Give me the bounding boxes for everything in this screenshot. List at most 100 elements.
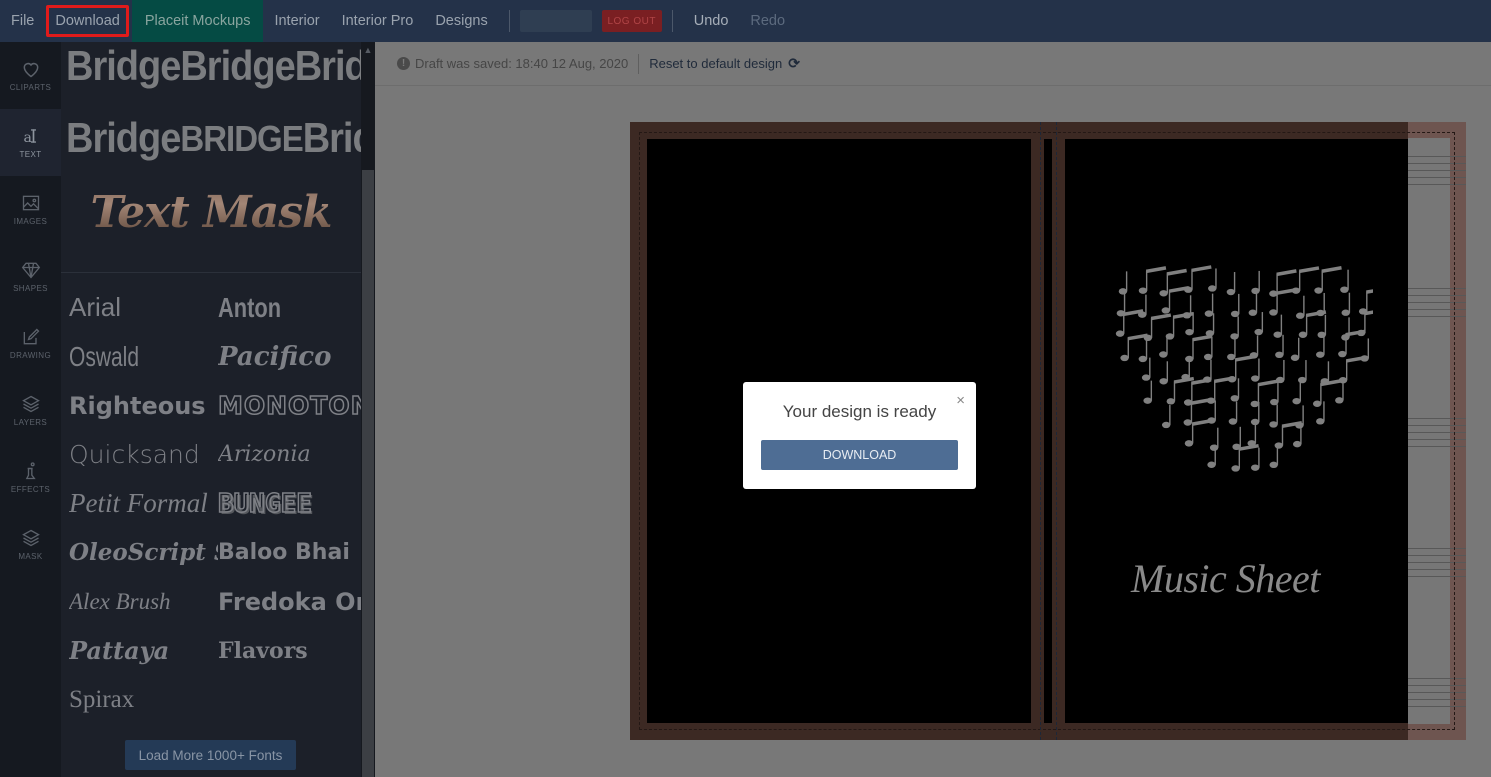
curved-text-preset[interactable]: BRIDGE: [180, 118, 303, 160]
music-note: [1295, 295, 1305, 319]
music-note: [1275, 334, 1284, 359]
top-menu-bar: File Download Placeit Mockups Interior I…: [0, 0, 1491, 42]
account-button[interactable]: [519, 10, 592, 32]
sidebar-item-effects[interactable]: EFFECTS: [0, 444, 61, 511]
music-note: [1292, 381, 1302, 405]
font-item[interactable]: MONOTON: [218, 381, 361, 430]
music-note: [1118, 271, 1128, 295]
music-note: [1232, 426, 1241, 451]
music-note: [1138, 266, 1167, 294]
music-note: [1143, 380, 1153, 404]
bleed-area: [1408, 122, 1466, 740]
menu-placeit-mockups[interactable]: Placeit Mockups: [131, 0, 264, 42]
curved-text-preset[interactable]: Bridge: [180, 43, 295, 90]
music-note: [1138, 338, 1148, 363]
curved-text-preset[interactable]: Bridge: [303, 115, 361, 162]
music-note: [1251, 270, 1260, 295]
refresh-icon[interactable]: ⟳: [788, 55, 800, 72]
scroll-up-icon[interactable]: ▲: [361, 42, 375, 56]
music-note: [1338, 329, 1366, 358]
sidebar-item-label: MASK: [18, 552, 43, 561]
music-note: [1335, 380, 1344, 404]
menu-separator: [671, 10, 673, 32]
spine[interactable]: [1044, 139, 1052, 723]
music-note: [1314, 266, 1342, 294]
font-item[interactable]: Fredoka One: [218, 577, 361, 626]
undo-button[interactable]: Undo: [683, 0, 740, 42]
panel-scrollbar[interactable]: ▲: [361, 42, 375, 777]
music-note: [1208, 268, 1217, 292]
diamond-icon: [21, 262, 40, 279]
curved-text-presets-row: Bridge Bridge Bridge: [61, 42, 361, 96]
sidebar-item-label: LAYERS: [13, 418, 48, 427]
sidebar-item-mask[interactable]: MASK: [0, 511, 61, 578]
font-item[interactable]: Petit Formal: [69, 479, 218, 528]
sidebar-item-label: CLIPARTS: [9, 83, 52, 92]
divider: [638, 53, 640, 74]
staff-line: [1408, 418, 1466, 419]
front-cover[interactable]: Music Sheet: [1065, 139, 1408, 723]
tool-sidebar: CLIPARTS a TEXT IMAGES SHAPES DRAWING LA…: [0, 42, 61, 777]
load-more-fonts-button[interactable]: Load More 1000+ Fonts: [125, 740, 296, 770]
music-note: [1338, 355, 1367, 384]
music-note: [1226, 272, 1236, 296]
staff-line: [1408, 555, 1466, 556]
layers-icon: [21, 395, 40, 413]
music-note: [1181, 357, 1190, 381]
music-note: [1204, 293, 1214, 317]
cover-title-text[interactable]: Music Sheet: [1131, 555, 1320, 602]
download-button[interactable]: DOWNLOAD: [761, 440, 958, 470]
spine-guide-line: [1040, 122, 1041, 740]
font-item[interactable]: Pattaya: [69, 626, 218, 675]
sidebar-item-drawing[interactable]: DRAWING: [0, 310, 61, 377]
font-item[interactable]: Alex Brush: [69, 577, 218, 626]
flask-icon: [25, 462, 36, 480]
font-item[interactable]: Baloo Bhai: [218, 528, 361, 577]
staff-line: [1408, 569, 1466, 570]
info-icon: !: [397, 57, 410, 70]
dialog-title: Your design is ready: [782, 402, 937, 421]
text-mask-preset[interactable]: Text Mask: [61, 168, 361, 258]
font-item[interactable]: BUNGEE: [218, 479, 361, 528]
redo-button[interactable]: Redo: [739, 0, 796, 42]
font-item[interactable]: Righteous: [69, 381, 218, 430]
music-note: [1159, 361, 1169, 385]
close-icon[interactable]: ×: [956, 392, 965, 409]
menu-separator: [508, 10, 510, 32]
font-item[interactable]: Spirax: [69, 675, 218, 724]
menu-download[interactable]: Download: [45, 4, 130, 38]
font-item[interactable]: Arizonia: [218, 430, 361, 479]
staff-line: [1408, 439, 1466, 440]
page-edge-preview: [1408, 138, 1466, 724]
font-item[interactable]: Oswald: [69, 332, 181, 381]
sidebar-item-text[interactable]: a TEXT: [0, 109, 61, 176]
sidebar-item-shapes[interactable]: SHAPES: [0, 243, 61, 310]
curved-text-preset[interactable]: Bridge: [66, 43, 181, 90]
text-panel: Bridge Bridge Bridge Bridge BRIDGE Bridg…: [61, 42, 361, 777]
music-note: [1203, 336, 1213, 361]
font-item[interactable]: Quicksand: [69, 430, 218, 479]
staff-line: [1408, 548, 1466, 549]
sidebar-item-layers[interactable]: LAYERS: [0, 377, 61, 444]
font-item[interactable]: Anton: [218, 283, 336, 332]
scrollbar-thumb[interactable]: [362, 170, 374, 777]
font-item[interactable]: OleoScript S: [69, 528, 218, 577]
font-item[interactable]: Flavors: [218, 626, 361, 675]
reset-default-design-link[interactable]: Reset to default design: [649, 56, 782, 71]
logout-button[interactable]: LOG OUT: [601, 10, 662, 32]
menu-designs[interactable]: Designs: [424, 0, 498, 42]
staff-line: [1408, 678, 1466, 679]
curved-text-preset[interactable]: Bridge: [295, 43, 361, 90]
music-notes-heart-graphic[interactable]: [1113, 259, 1373, 499]
font-item[interactable]: Pacifico: [218, 332, 361, 381]
sidebar-item-cliparts[interactable]: CLIPARTS: [0, 42, 61, 109]
font-item[interactable]: Arial: [69, 283, 218, 332]
curved-text-preset[interactable]: Bridge: [66, 115, 181, 162]
music-note: [1273, 314, 1283, 338]
staff-line: [1408, 432, 1466, 433]
sidebar-item-images[interactable]: IMAGES: [0, 176, 61, 243]
menu-file[interactable]: File: [0, 0, 45, 42]
menu-interior[interactable]: Interior: [263, 0, 330, 42]
menu-interior-pro[interactable]: Interior Pro: [331, 0, 425, 42]
music-note: [1159, 268, 1187, 297]
